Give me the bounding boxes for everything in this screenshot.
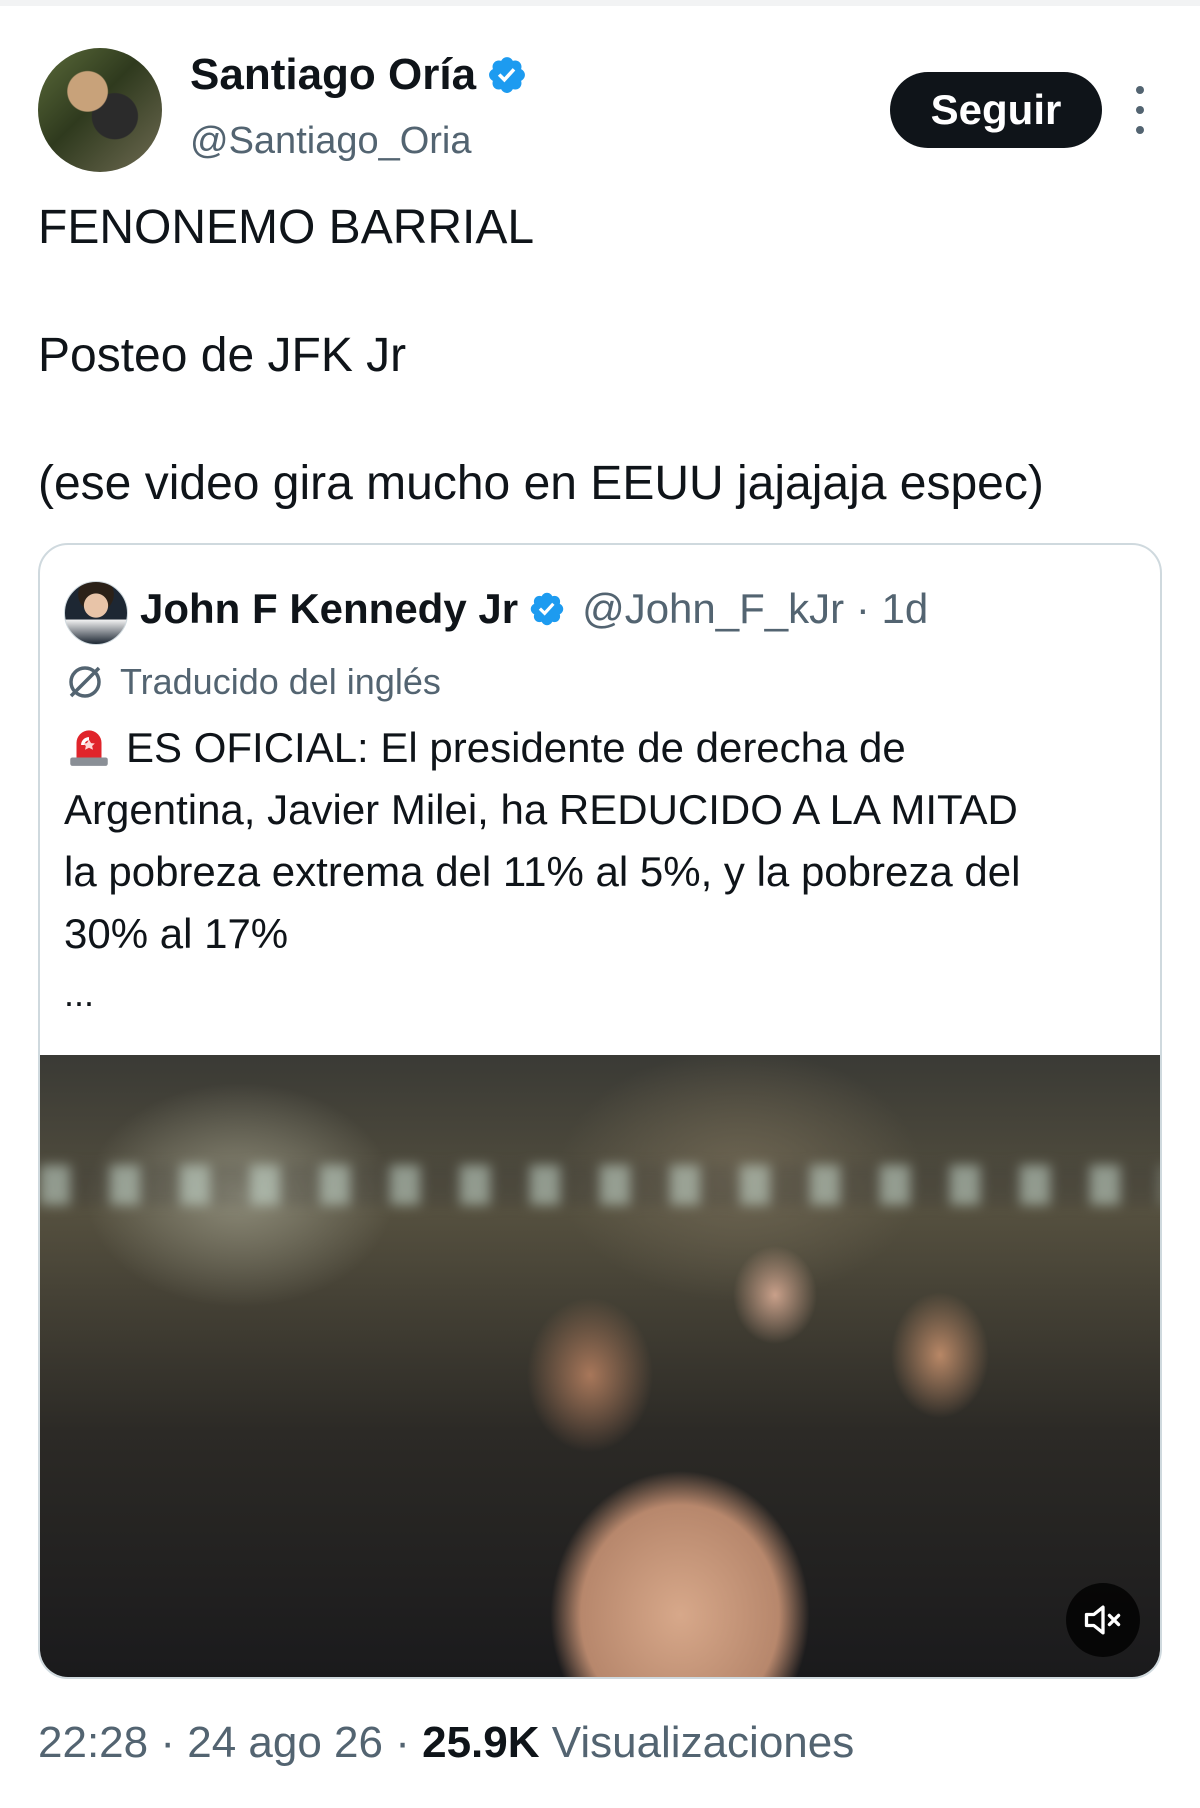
quoted-tweet-card[interactable]: John F Kennedy Jr @John_F_kJr · 1d Tradu… <box>38 543 1162 1679</box>
verified-badge-icon <box>489 57 526 93</box>
tweet-text-line: FENONEMO BARRIAL <box>38 201 535 254</box>
video-player[interactable] <box>40 1055 1160 1677</box>
follow-button[interactable]: Seguir <box>890 72 1102 148</box>
tweet-text-line: Posteo de JFK Jr <box>38 329 407 382</box>
post-date[interactable]: 24 ago 26 <box>187 1718 383 1767</box>
quoted-time: 1d <box>881 585 929 632</box>
quoted-author-name: John F Kennedy Jr <box>140 585 519 632</box>
author-avatar[interactable] <box>38 48 162 172</box>
meta-separator: · <box>855 585 870 632</box>
views-count: 25.9K <box>422 1718 540 1767</box>
more-vertical-icon[interactable] <box>1122 86 1158 134</box>
quoted-tweet-body: ES OFICIAL: El presidente de derecha de … <box>64 717 1144 965</box>
muted-speaker-icon[interactable] <box>1066 1583 1140 1657</box>
quoted-author-avatar <box>64 581 128 645</box>
tweet-footer: 22:28 · 24 ago 26 · 25.9K Visualizacione… <box>38 1718 854 1768</box>
translated-label: Traducido del inglés <box>120 661 441 702</box>
quoted-author-row: John F Kennedy Jr @John_F_kJr · 1d <box>140 585 928 633</box>
show-more-ellipsis[interactable]: ... <box>64 973 94 1015</box>
author-handle[interactable]: @Santiago_Oria <box>190 120 472 163</box>
views-label[interactable]: Visualizaciones <box>552 1718 854 1767</box>
author-name-text: Santiago Oría <box>190 50 477 99</box>
translated-note: Traducido del inglés <box>64 661 441 703</box>
translate-icon <box>69 666 101 698</box>
footer-separator: · <box>160 1718 175 1767</box>
top-divider <box>0 0 1200 6</box>
quoted-body-line: Argentina, Javier Milei, ha REDUCIDO A L… <box>64 786 1018 833</box>
quoted-body-line: 30% al 17% <box>64 910 289 957</box>
quoted-body-line: la pobreza extrema del 11% al 5%, y la p… <box>64 848 1021 895</box>
verified-badge-icon <box>530 592 564 626</box>
author-name[interactable]: Santiago Oría <box>190 50 528 100</box>
video-frame-detail <box>40 1165 1160 1205</box>
footer-separator: · <box>395 1718 410 1767</box>
quoted-body-line: ES OFICIAL: El presidente de derecha de <box>64 717 1144 779</box>
siren-icon <box>70 730 108 766</box>
post-time[interactable]: 22:28 <box>38 1718 148 1767</box>
tweet-text-line: (ese video gira mucho en EEUU jajajaja e… <box>38 457 1044 510</box>
quoted-author-handle: @John_F_kJr <box>582 585 845 632</box>
